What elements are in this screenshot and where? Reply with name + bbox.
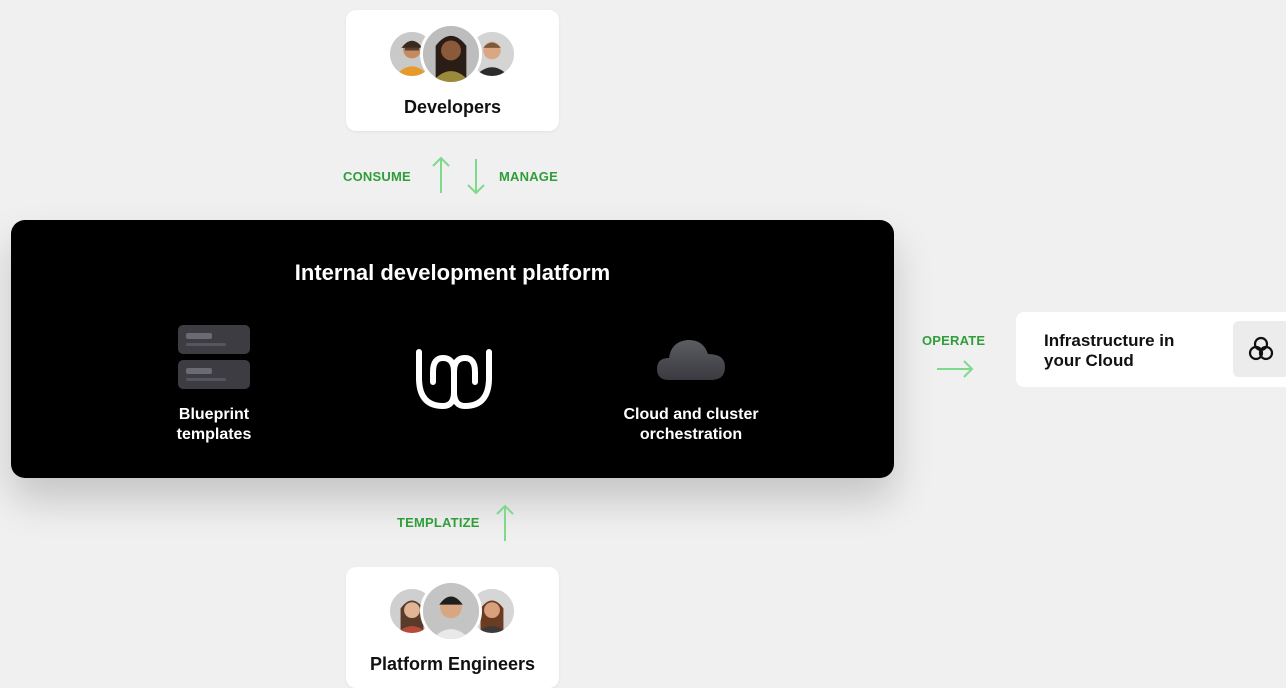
infrastructure-icon-box (1233, 321, 1286, 377)
platform-logo-icon (416, 349, 492, 410)
platform-engineers-label: Platform Engineers (369, 654, 536, 674)
manage-down-arrow (467, 159, 485, 195)
platform-engineers-card: Platform Engineers (346, 567, 559, 688)
cloud-icon (657, 339, 725, 380)
consume-up-arrow (432, 156, 450, 193)
infrastructure-label: Infrastructure in your Cloud (1044, 331, 1214, 371)
engineer-avatar-2 (420, 580, 482, 642)
triple-ring-icon (1248, 336, 1274, 361)
developers-avatars (346, 23, 559, 90)
developer-avatar-2 (420, 23, 482, 85)
internal-development-platform: Internal development platform Blueprint … (11, 220, 894, 478)
templatize-up-arrow (496, 504, 514, 541)
operate-label: OPERATE (922, 333, 986, 348)
operate-right-arrow (937, 360, 974, 378)
manage-label: MANAGE (499, 169, 558, 184)
infrastructure-card: Infrastructure in your Cloud (1016, 312, 1286, 387)
developers-label: Developers (403, 97, 502, 117)
blueprint-line1: Blueprint (178, 406, 250, 423)
platform-title: Internal development platform (294, 260, 611, 285)
cloud-orchestration-label: Cloud and cluster orchestration (605, 405, 777, 445)
blueprint-templates-icon (178, 325, 250, 389)
consume-label: CONSUME (343, 169, 411, 184)
cloud-line2: orchestration (639, 426, 743, 443)
templatize-label: TEMPLATIZE (397, 515, 480, 530)
blueprint-line2: templates (176, 426, 252, 443)
infrastructure-line1: Infrastructure in (1044, 331, 1175, 350)
infrastructure-line2: your Cloud (1044, 351, 1134, 370)
developers-card: Developers (346, 10, 559, 131)
engineers-avatars (346, 580, 559, 647)
blueprint-templates-label: Blueprint templates (154, 405, 274, 445)
cloud-line1: Cloud and cluster (623, 406, 759, 423)
